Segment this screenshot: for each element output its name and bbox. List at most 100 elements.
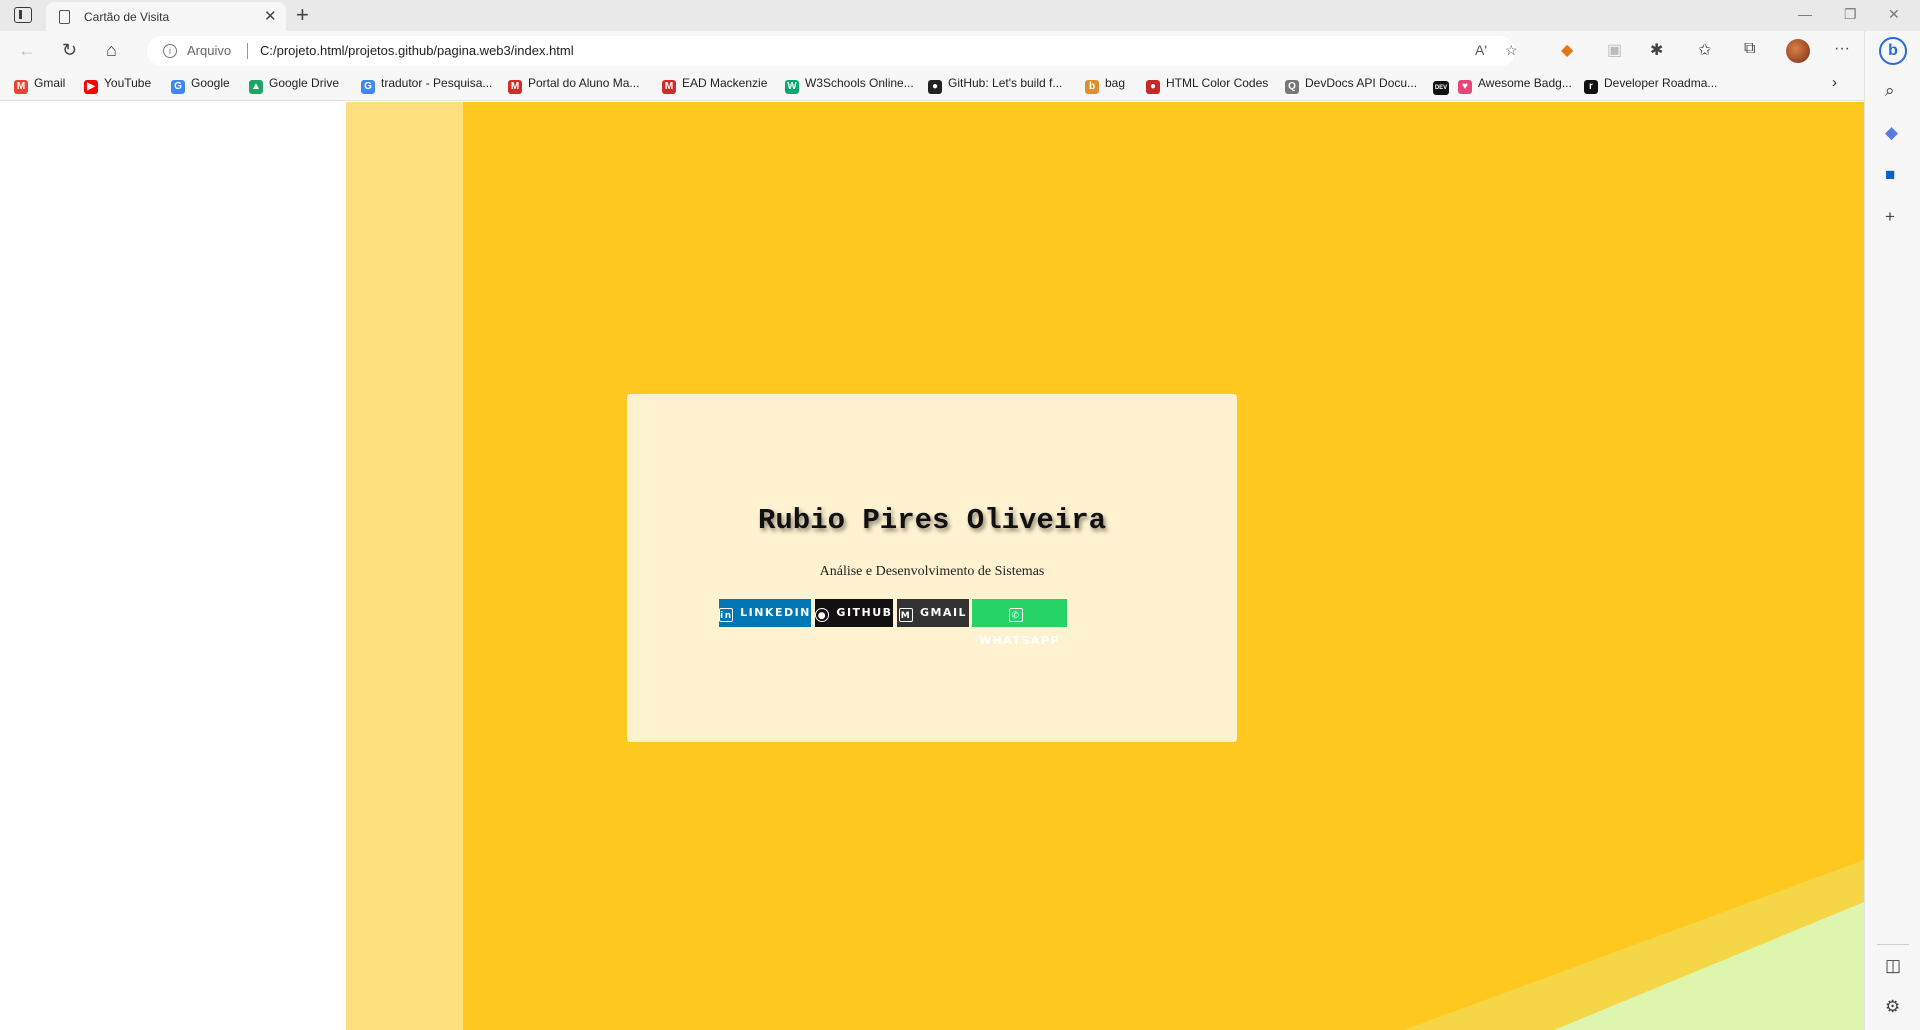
bookmark-icon: W [785,80,799,94]
bookmark-label: HTML Color Codes [1166,76,1269,90]
new-tab-button[interactable]: + [296,2,309,28]
badge-label: WHATSAPP [978,634,1061,647]
bookmark-icon: M [662,80,676,94]
business-card: Rubio Pires Oliveira Análise e Desenvolv… [627,394,1237,742]
bookmark-item[interactable]: Q DevDocs API Docu... [1285,76,1417,94]
close-window-icon[interactable]: ✕ [1888,6,1900,23]
info-icon[interactable]: i [163,44,177,58]
bookmark-label: DevDocs API Docu... [1305,76,1418,90]
decorative-stripe [346,102,463,1030]
back-icon[interactable]: ← [18,40,36,61]
bookmark-item[interactable]: M EAD Mackenzie [662,76,767,94]
read-aloud-icon[interactable]: Aʹ [1475,42,1487,58]
card-name: Rubio Pires Oliveira [757,504,1107,537]
bookmark-icon: ▲ [249,80,263,94]
card-role: Análise e Desenvolvimento de Sistemas [819,564,1045,579]
bookmark-item[interactable]: G Google [171,76,230,94]
outlook-icon[interactable]: ■ [1885,165,1895,185]
bookmark-item[interactable]: b bag [1085,76,1125,94]
profile-avatar[interactable] [1786,39,1810,63]
close-tab-icon[interactable]: ✕ [264,7,277,25]
social-badges: in LINKEDIN ● GITHUB M GMAIL ✆ WHATSAPP [719,599,1149,647]
bookmark-label: Google [191,76,230,90]
bing-icon[interactable]: b [1879,37,1907,65]
page-icon [59,10,70,24]
badge-label: GMAIL [919,606,968,619]
bookmark-label: YouTube [104,76,152,90]
bookmark-label: bag [1105,76,1126,90]
bookmark-label: Awesome Badg... [1478,76,1572,90]
bookmark-label: Google Drive [269,76,340,90]
bookmark-label: tradutor - Pesquisa... [381,76,493,90]
decorative-corner-shape [1404,860,1864,1030]
bookmark-label: EAD Mackenzie [682,76,768,90]
restore-icon[interactable]: ❐ [1844,6,1857,23]
bookmark-icon: G [171,80,185,94]
refresh-icon[interactable]: ↻ [62,40,77,61]
bookmark-icon: DEV [1433,81,1449,95]
bookmark-item[interactable]: ♥ Awesome Badg... [1458,76,1572,94]
security-label: Arquivo [187,43,232,58]
metamask-extension-icon[interactable]: ◆ [1561,40,1573,60]
bookmark-icon: M [508,80,522,94]
tab-bar: Cartão de Visita ✕ + — ❐ ✕ [0,0,1920,31]
bookmark-icon: ▶ [84,80,98,94]
bookmark-label: Developer Roadma... [1604,76,1718,90]
extension-icon[interactable]: ▣ [1607,40,1622,60]
tab-actions-icon[interactable] [14,7,32,23]
bookmark-label: Gmail [34,76,66,90]
bookmark-item[interactable]: DEV [1433,76,1455,95]
sidebar-divider [1877,944,1909,945]
badge-label: GITHUB [836,606,893,619]
bookmark-icon: M [14,80,28,94]
tab-title: Cartão de Visita [84,10,170,24]
extensions-icon[interactable]: ✱ [1650,40,1663,60]
page-background: Rubio Pires Oliveira Análise e Desenvolv… [346,102,1864,1030]
page-viewport: Rubio Pires Oliveira Análise e Desenvolv… [0,102,1864,1030]
more-options-icon[interactable]: ··· [1834,40,1850,58]
bookmark-item[interactable]: Gtradutor - Pesquisa... [361,76,492,94]
bookmark-item[interactable]: ● HTML Color Codes [1146,76,1268,94]
minimize-icon[interactable]: — [1798,6,1812,22]
bookmark-item[interactable]: W W3Schools Online... [785,76,914,94]
bookmark-item[interactable]: ▲ Google Drive [249,76,339,94]
badge-label: LINKEDIN [740,606,811,619]
github-icon: ● [815,608,830,622]
address-bar[interactable]: i Arquivo C:/projeto.html/projetos.githu… [147,36,1518,66]
bookmark-item[interactable]: r Developer Roadma... [1584,76,1717,94]
bookmark-icon: ● [928,80,942,94]
bookmark-item[interactable]: ● GitHub: Let's build f... [928,76,1062,94]
browser-toolbar: ← ↻ ⌂ i Arquivo C:/projeto.html/projetos… [0,31,1920,71]
bookmark-item[interactable]: ▶ YouTube [84,76,151,94]
bookmark-icon: G [361,80,375,94]
bookmarks-bar: M Gmail ▶ YouTube G Google ▲ Google Drive Gtradu… [0,71,1900,101]
add-icon[interactable]: + [1885,207,1895,227]
bookmark-label: Portal do Aluno Ma... [528,76,640,90]
bookmark-icon: Q [1285,80,1299,94]
github-badge[interactable]: ● GITHUB [815,599,893,627]
collections-icon[interactable]: ⧉ [1744,40,1755,58]
copilot-icon[interactable]: ◆ [1885,123,1898,143]
search-icon[interactable]: ⌕ [1885,81,1895,101]
more-bookmarks-icon[interactable]: › [1832,74,1837,91]
edge-sidebar: b ⌕ ◆ ■ + ◫ ⚙ [1864,31,1920,1030]
bookmark-label: W3Schools Online... [805,76,914,90]
bookmark-item[interactable]: M Gmail [14,76,65,94]
home-icon[interactable]: ⌂ [106,40,117,61]
whatsapp-badge[interactable]: ✆ WHATSAPP [972,599,1067,647]
whatsapp-icon: ✆ [1009,608,1023,622]
favorites-icon[interactable]: ✩ [1698,40,1711,60]
gmail-badge[interactable]: M GMAIL [897,599,969,627]
linkedin-badge[interactable]: in LINKEDIN [719,599,811,627]
linkedin-icon: in [719,608,734,622]
bookmark-icon: r [1584,80,1598,94]
bookmark-icon: ♥ [1458,80,1472,94]
hide-sidebar-icon[interactable]: ◫ [1885,956,1901,976]
url-text[interactable]: C:/projeto.html/projetos.github/pagina.w… [260,43,574,58]
bookmark-item[interactable]: M Portal do Aluno Ma... [508,76,639,94]
address-divider [247,43,248,59]
settings-icon[interactable]: ⚙ [1885,997,1900,1017]
bookmark-icon: ● [1146,80,1160,94]
add-favorite-icon[interactable]: ☆ [1505,42,1518,59]
active-tab[interactable]: Cartão de Visita ✕ [46,2,286,31]
